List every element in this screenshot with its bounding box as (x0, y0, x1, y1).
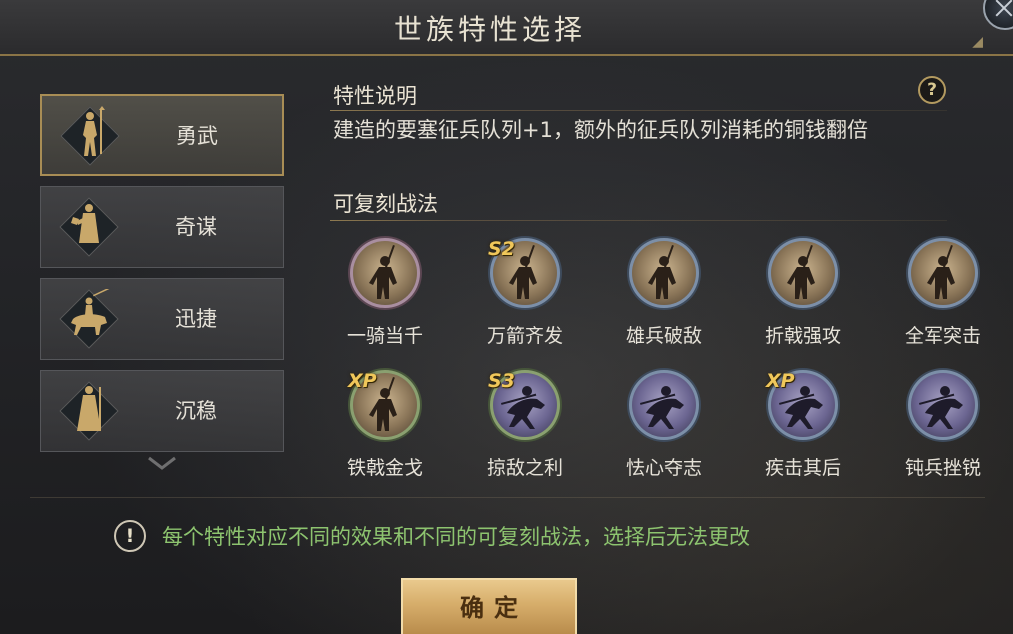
help-button[interactable]: ? (918, 76, 946, 104)
title-bar: 世族特性选择 ◢ (0, 0, 1013, 56)
skill-badge: S3 (488, 370, 515, 392)
trait-item-steady[interactable]: 沉稳 (40, 370, 284, 452)
skill-name: 雄兵破敌 (625, 325, 702, 347)
skill-emblem-icon (632, 373, 696, 437)
divider (330, 110, 947, 111)
notice-text: 每个特性对应不同的效果和不同的可复刻战法，选择后无法更改 (162, 525, 750, 549)
trait-item-strategy[interactable]: 奇谋 (40, 186, 284, 268)
skill-icon-ring (908, 238, 978, 308)
skill-icon-ring (629, 238, 699, 308)
skill-name: 折戟强攻 (764, 325, 841, 347)
skill-name: 怯心夺志 (625, 457, 702, 479)
divider (330, 220, 947, 221)
skill-badge: XP (766, 370, 795, 392)
strategist-figure-icon (59, 197, 119, 257)
skill-emblem-icon (353, 241, 417, 305)
decorative-arrow-icon: ◢ (972, 34, 983, 50)
skill-name: 掠敌之利 (486, 457, 563, 479)
window-title: 世族特性选择 (393, 13, 586, 46)
skill-emblem-icon (632, 241, 696, 305)
skill-name: 钝兵挫锐 (904, 457, 981, 479)
skill-icon-ring (768, 238, 838, 308)
skill-badge: S2 (488, 238, 515, 260)
description-title: 特性说明 (333, 84, 417, 108)
skill-item[interactable]: S3 掠敌之利 (465, 370, 585, 490)
skill-item[interactable]: XP 铁戟金戈 (325, 370, 445, 490)
skill-icon-ring (350, 238, 420, 308)
skill-item[interactable]: 折戟强攻 (743, 238, 863, 358)
skill-name: 疾击其后 (764, 457, 841, 479)
skill-item[interactable]: 雄兵破敌 (604, 238, 724, 358)
scroll-down-chevron-icon[interactable] (147, 456, 177, 470)
skill-icon-ring (908, 370, 978, 440)
warrior-figure-icon (60, 106, 120, 166)
skill-badge: XP (348, 370, 377, 392)
warning-icon: ! (114, 520, 146, 552)
skill-item[interactable]: XP 疾击其后 (743, 370, 863, 490)
trait-item-brave[interactable]: 勇武 (40, 94, 284, 176)
trait-label: 勇武 (176, 124, 218, 148)
skill-name: 全军突击 (904, 325, 981, 347)
cavalry-figure-icon (59, 289, 119, 349)
skill-name: 一骑当千 (346, 325, 423, 347)
skill-name: 万箭齐发 (486, 325, 563, 347)
skill-emblem-icon (911, 241, 975, 305)
guardian-figure-icon (59, 381, 119, 441)
trait-label: 沉稳 (175, 399, 217, 423)
skill-icon-ring (629, 370, 699, 440)
skill-emblem-icon (911, 373, 975, 437)
skill-item[interactable]: 全军突击 (883, 238, 1003, 358)
trait-label: 迅捷 (175, 307, 217, 331)
trait-item-swift[interactable]: 迅捷 (40, 278, 284, 360)
skill-item[interactable]: 一骑当千 (325, 238, 445, 358)
divider (30, 497, 985, 498)
skill-emblem-icon (771, 241, 835, 305)
skills-section-title: 可复刻战法 (333, 192, 438, 216)
trait-label: 奇谋 (175, 215, 217, 239)
skill-item[interactable]: 钝兵挫锐 (883, 370, 1003, 490)
skill-item[interactable]: 怯心夺志 (604, 370, 724, 490)
confirm-button[interactable]: 确定 (401, 578, 577, 634)
skill-name: 铁戟金戈 (346, 457, 423, 479)
skill-item[interactable]: S2 万箭齐发 (465, 238, 585, 358)
description-text: 建造的要塞征兵队列+1，额外的征兵队列消耗的铜钱翻倍 (333, 118, 868, 142)
